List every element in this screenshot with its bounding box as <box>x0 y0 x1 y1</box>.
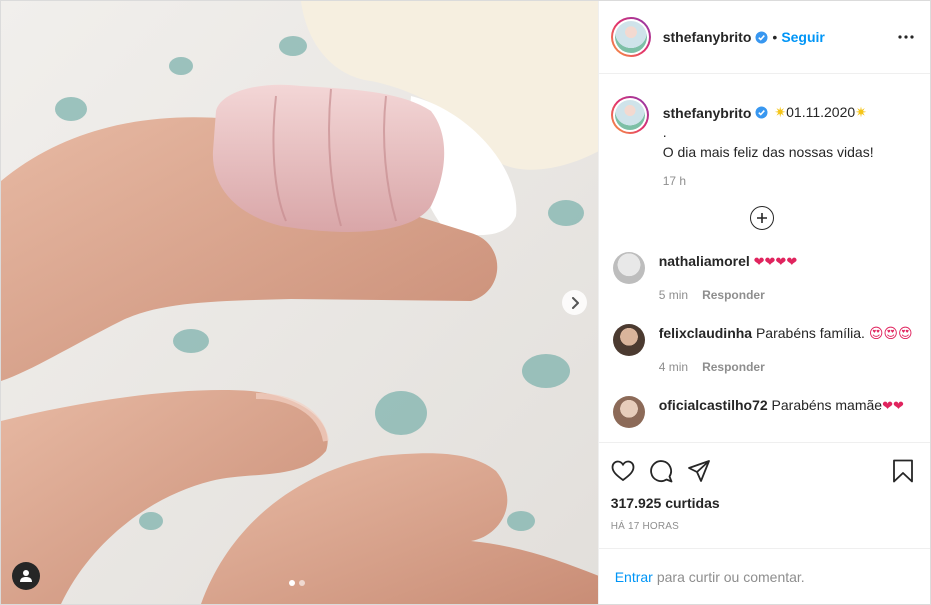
post-timestamp: há 17 horas <box>610 521 680 532</box>
comments-list[interactable]: sthefanybrito ✷01.11.2020✷ . O dia mais … <box>599 74 930 442</box>
reply-button[interactable]: Responder <box>702 360 765 374</box>
login-prompt-text: para curtir ou comentar. <box>656 568 805 585</box>
login-link[interactable]: Entrar <box>615 569 653 585</box>
user-icon <box>20 570 32 582</box>
caption-age: 17 h <box>662 174 687 188</box>
caption-date: 01.11.2020 <box>786 104 856 120</box>
sparkle-emoji-icon: ✷ <box>774 105 787 121</box>
action-icons <box>611 451 914 491</box>
commenter-avatar[interactable] <box>612 252 645 284</box>
share-paper-plane-icon[interactable] <box>687 459 711 483</box>
post-actions: 317.925 curtidas há 17 horas <box>598 442 930 548</box>
tagged-users-button[interactable] <box>12 562 40 590</box>
carousel-dot <box>299 580 305 586</box>
heart-eyes-emoji-icon: 😍😍😍 <box>868 326 913 342</box>
author-username[interactable]: sthefanybrito <box>663 29 752 45</box>
comment-item: nathaliamorel ❤❤❤❤ 5 min Responder <box>611 252 914 305</box>
load-more-comments-button[interactable] <box>750 206 775 230</box>
comment-username[interactable]: oficialcastilho72 <box>659 397 768 413</box>
caption-username[interactable]: sthefanybrito <box>663 105 752 121</box>
commenter-avatar[interactable] <box>612 396 645 428</box>
post-header: sthefanybrito • Seguir <box>598 1 930 74</box>
chevron-right-icon <box>571 296 579 309</box>
comment-age: 4 min <box>658 360 689 374</box>
carousel-dot <box>289 580 295 586</box>
comment-age: 5 min <box>658 288 689 302</box>
plus-icon <box>757 213 768 223</box>
commenter-avatar[interactable] <box>612 324 645 356</box>
like-heart-icon[interactable] <box>611 460 635 482</box>
post-media[interactable] <box>1 1 598 604</box>
heart-emoji-icon: ❤❤ <box>882 399 904 414</box>
caption-dot-line: . <box>662 124 667 140</box>
comment-text: Parabéns família. <box>755 325 865 341</box>
login-prompt: Entrar para curtir ou comentar. <box>598 548 930 604</box>
carousel-indicator <box>289 580 305 586</box>
more-options-icon[interactable] <box>898 35 914 39</box>
author-avatar[interactable] <box>610 17 651 57</box>
save-bookmark-icon[interactable] <box>892 459 914 483</box>
comment-username[interactable]: nathaliamorel <box>659 253 750 269</box>
follow-button[interactable]: Seguir <box>781 29 825 45</box>
comment-item: oficialcastilho72 Parabéns mamãe❤❤ <box>611 396 914 428</box>
comment-item: felixclaudinha Parabéns família. 😍😍😍 4 m… <box>611 324 914 377</box>
likes-count[interactable]: 317.925 curtidas <box>611 495 914 511</box>
author-info: sthefanybrito • Seguir <box>663 29 825 45</box>
next-slide-button[interactable] <box>562 290 587 315</box>
comment-bubble-icon[interactable] <box>649 459 673 483</box>
load-more <box>611 206 914 230</box>
caption-text: O dia mais feliz das nossas vidas! <box>662 144 874 160</box>
separator-bullet: • <box>772 29 778 45</box>
verified-badge-icon <box>755 31 768 43</box>
sparkle-emoji-icon: ✷ <box>855 105 867 121</box>
caption-avatar[interactable] <box>610 96 649 134</box>
baby-hand-photo <box>1 1 598 604</box>
reply-button[interactable]: Responder <box>702 288 765 302</box>
heart-emoji-icon: ❤❤❤❤ <box>753 255 798 270</box>
post-sidebar: sthefanybrito • Seguir sthefanybrito ✷01… <box>597 1 930 604</box>
comment-username[interactable]: felixclaudinha <box>659 325 752 341</box>
post-viewer: sthefanybrito • Seguir sthefanybrito ✷01… <box>0 0 931 605</box>
comment-text: Parabéns mamãe <box>771 397 883 413</box>
caption: sthefanybrito ✷01.11.2020✷ . O dia mais … <box>610 96 914 188</box>
verified-badge-icon <box>755 106 768 119</box>
